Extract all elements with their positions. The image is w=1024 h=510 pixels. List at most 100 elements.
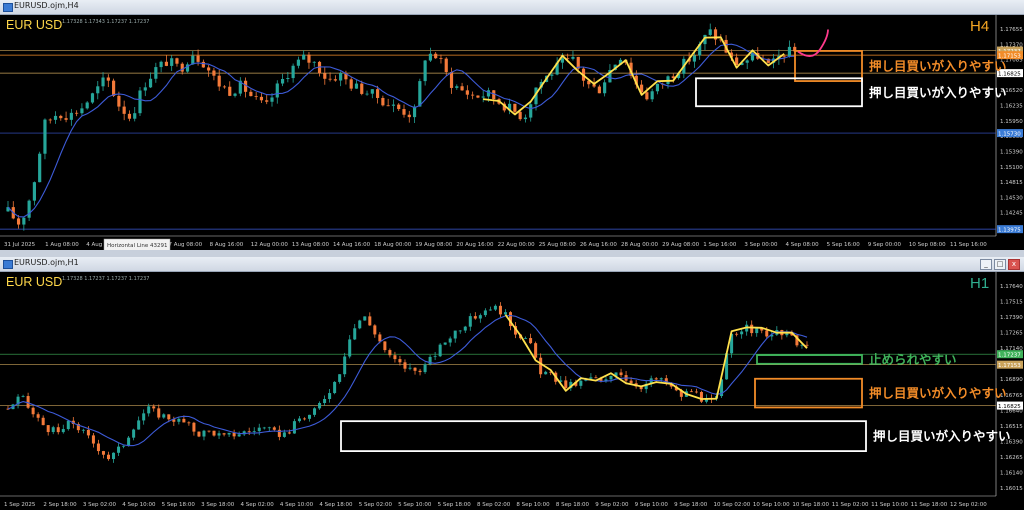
bull-candle	[785, 333, 789, 336]
x-tick-label: 1 Aug 08:00	[45, 242, 79, 248]
bear-candle	[307, 54, 311, 63]
bull-candle	[154, 67, 158, 79]
bull-candle	[90, 93, 95, 103]
bear-candle	[157, 408, 161, 418]
bear-candle	[513, 103, 517, 112]
bear-candle	[393, 355, 397, 360]
bear-candle	[91, 435, 95, 444]
y-tick-label: 1.17390	[1000, 315, 1023, 321]
bear-candle	[196, 55, 200, 62]
bear-candle	[629, 380, 633, 384]
h1-price-chart[interactable]: 1.176401.175151.173901.172651.171401.170…	[0, 272, 1024, 510]
x-tick-label: 11 Sep 02:00	[832, 502, 869, 508]
bull-candle	[142, 413, 146, 421]
price-tag-label: 1.16825	[998, 404, 1021, 410]
x-tick-label: 4 Sep 02:00	[241, 502, 275, 508]
x-tick-label: 2 Sep 18:00	[43, 502, 77, 508]
window-title: EURUSD.ojm,H1	[14, 258, 79, 267]
bear-candle	[106, 454, 111, 460]
bull-candle	[692, 55, 696, 62]
h4-price-chart[interactable]: 1.176551.173701.170851.168051.165201.162…	[0, 15, 1024, 250]
bear-candle	[164, 61, 168, 66]
chart-window-h4[interactable]: EURUSD.ojm,H4 1.176551.173701.170851.168…	[0, 0, 1024, 250]
bear-candle	[750, 324, 754, 334]
maximize-button[interactable]: □	[994, 259, 1006, 270]
bull-candle	[550, 74, 554, 76]
bull-candle	[69, 112, 73, 120]
x-tick-label: 3 Sep 02:00	[83, 502, 117, 508]
timeframe-label: H1	[970, 275, 989, 292]
close-button[interactable]: x	[1008, 259, 1020, 270]
y-tick-label: 1.17655	[1000, 27, 1023, 33]
bull-candle	[529, 104, 533, 118]
bear-candle	[518, 111, 522, 120]
bull-candle	[755, 328, 759, 334]
bull-candle	[787, 46, 792, 57]
bear-candle	[212, 70, 216, 76]
minimize-button[interactable]: _	[980, 259, 992, 270]
bear-candle	[212, 430, 216, 436]
bull-candle	[428, 53, 432, 61]
bear-candle	[217, 75, 221, 87]
y-tick-label: 1.16890	[1000, 377, 1023, 383]
x-tick-label: 4 Sep 08:00	[785, 242, 819, 248]
zone-label: 押し目買いが入りやすい	[869, 386, 1007, 401]
bull-candle	[544, 371, 548, 375]
y-tick-label: 1.15390	[1000, 149, 1023, 155]
bear-candle	[594, 377, 598, 379]
bull-candle	[38, 153, 42, 183]
bear-candle	[476, 95, 480, 98]
window-titlebar[interactable]: EURUSD.ojm,H1 _ □ x	[0, 257, 1024, 272]
bull-candle	[323, 398, 327, 404]
bull-candle	[148, 78, 153, 88]
y-tick-label: 1.17515	[1000, 300, 1023, 306]
bear-candle	[398, 359, 402, 363]
bear-candle	[167, 414, 171, 420]
bull-candle	[53, 115, 58, 120]
bull-candle	[455, 86, 459, 88]
bull-candle	[659, 378, 663, 380]
bear-candle	[56, 427, 60, 433]
symbol-label: EUR USD	[6, 18, 62, 32]
bull-candle	[655, 83, 660, 92]
bull-candle	[85, 102, 89, 109]
bull-candle	[463, 326, 467, 331]
bear-candle	[465, 90, 469, 95]
y-tick-label: 1.14815	[1000, 180, 1023, 186]
bear-candle	[376, 89, 380, 98]
bull-candle	[291, 65, 295, 79]
bull-candle	[354, 83, 359, 89]
bear-candle	[534, 343, 538, 358]
bull-candle	[343, 356, 347, 375]
chart-window-h1[interactable]: EURUSD.ojm,H1 _ □ x 1.17640 1.17515 1.1739…	[0, 257, 1024, 510]
bear-candle	[473, 316, 477, 319]
bull-candle	[170, 58, 174, 66]
bull-candle	[133, 113, 137, 119]
x-tick-label: 8 Aug 16:00	[210, 242, 244, 248]
bull-candle	[262, 427, 266, 429]
bull-candle	[370, 89, 374, 94]
bull-candle	[503, 312, 507, 315]
x-tick-label: 9 Sep 02:00	[595, 502, 629, 508]
x-tick-label: 11 Sep 16:00	[950, 242, 987, 248]
bear-candle	[689, 391, 693, 393]
bear-candle	[259, 96, 264, 101]
bull-candle	[423, 60, 427, 82]
x-tick-label: 31 Jul 2025	[4, 242, 36, 248]
bear-candle	[247, 431, 251, 433]
bear-candle	[122, 106, 126, 114]
y-tick-label: 1.16140	[1000, 470, 1023, 476]
bear-candle	[287, 432, 291, 434]
bull-candle	[143, 87, 147, 91]
bear-candle	[539, 357, 543, 375]
x-tick-label: 14 Aug 16:00	[333, 242, 371, 248]
bull-candle	[217, 433, 221, 436]
zone-label: 押し目買いが入りやすい	[873, 429, 1011, 444]
bear-candle	[449, 71, 454, 88]
bear-candle	[397, 104, 401, 110]
bull-candle	[307, 414, 312, 419]
bear-candle	[378, 334, 382, 342]
x-tick-label: 10 Sep 08:00	[909, 242, 946, 248]
chart-window-icon	[3, 3, 13, 12]
window-titlebar[interactable]: EURUSD.ojm,H4	[0, 0, 1024, 15]
